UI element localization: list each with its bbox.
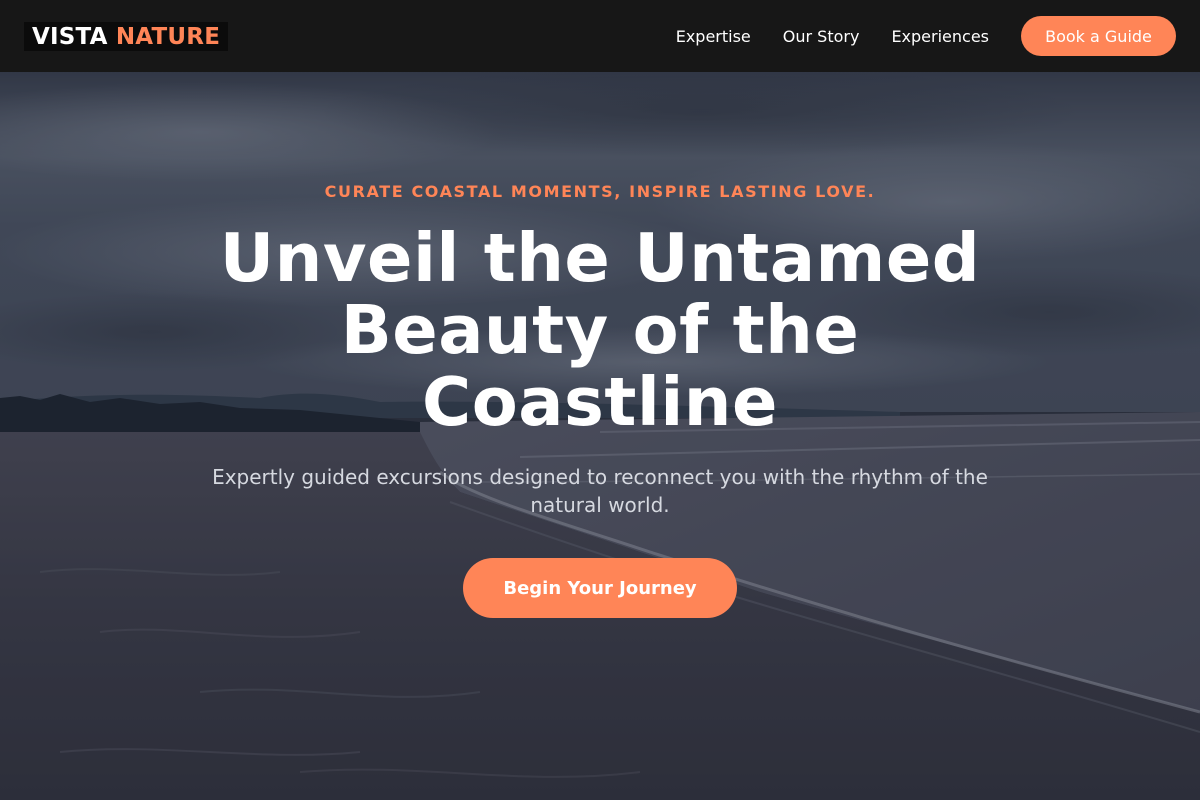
- nav-link-our-story[interactable]: Our Story: [783, 27, 860, 46]
- logo-word-vista: VISTA: [32, 23, 108, 50]
- brand-logo[interactable]: VISTA NATURE: [24, 21, 229, 51]
- book-a-guide-button[interactable]: Book a Guide: [1021, 16, 1176, 56]
- begin-your-journey-button[interactable]: Begin Your Journey: [463, 558, 737, 618]
- hero-headline: Unveil the Untamed Beauty of the Coastli…: [150, 222, 1050, 438]
- main-nav: Expertise Our Story Experiences Book a G…: [676, 16, 1176, 56]
- headline-line-2: Beauty of the: [340, 291, 860, 369]
- top-navbar: VISTA NATURE Expertise Our Story Experie…: [0, 0, 1200, 72]
- headline-line-3: Coastline: [422, 363, 778, 441]
- logo-word-nature: NATURE: [115, 23, 221, 50]
- hero-section: CURATE COASTAL MOMENTS, INSPIRE LASTING …: [0, 72, 1200, 800]
- hero-subheadline: Expertly guided excursions designed to r…: [212, 465, 988, 517]
- hero-eyebrow: CURATE COASTAL MOMENTS, INSPIRE LASTING …: [324, 182, 876, 201]
- nav-link-expertise[interactable]: Expertise: [676, 27, 751, 46]
- nav-link-experiences[interactable]: Experiences: [891, 27, 989, 46]
- hero-content: CURATE COASTAL MOMENTS, INSPIRE LASTING …: [0, 72, 1200, 800]
- headline-line-1: Unveil the Untamed: [219, 219, 981, 297]
